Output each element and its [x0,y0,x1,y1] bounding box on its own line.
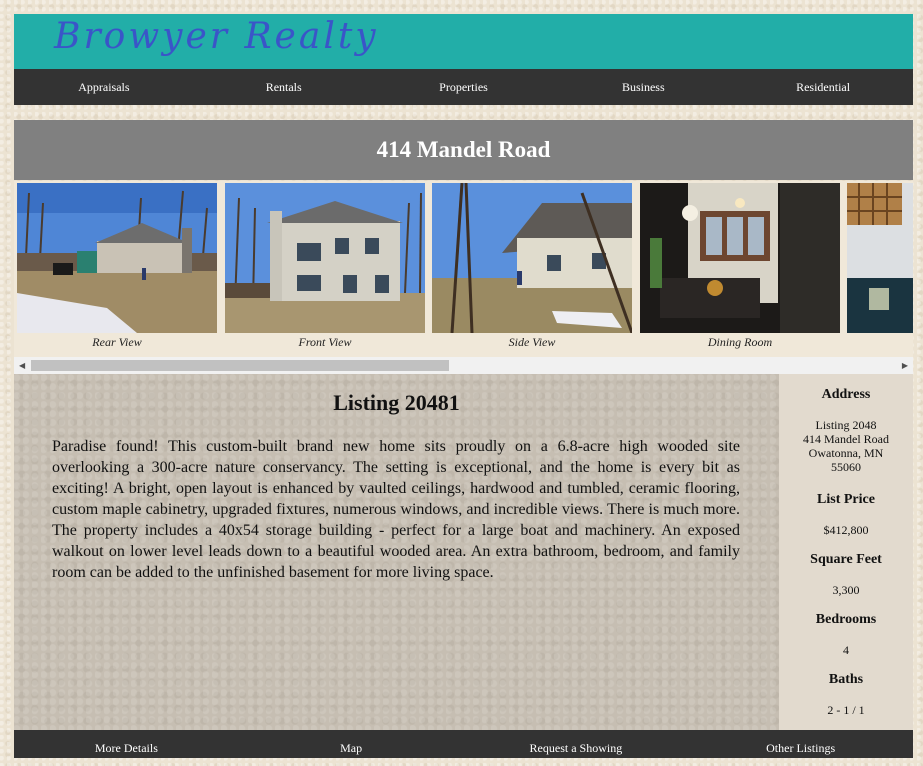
address-line-4: 55060 [831,460,861,474]
nav-other-listings[interactable]: Other Listings [688,730,913,758]
photo-gallery: Rear View Front View Side View Dining Ro… [14,181,913,357]
nav-more-details[interactable]: More Details [14,730,239,758]
living-room-image [847,183,913,333]
photo-rear-view[interactable] [17,183,217,333]
baths-label: Baths [828,672,864,687]
site-header: Browyer Realty [14,14,913,69]
rear-view-image [17,183,217,333]
caption-rear-view: Rear View [92,335,142,349]
top-navigation: Appraisals Rentals Properties Business R… [14,69,913,105]
nav-rentals[interactable]: Rentals [194,69,374,105]
dining-room-image [640,183,840,333]
brand-logo[interactable]: Browyer Realty [54,16,379,57]
listing-content: Listing 20481 Paradise found! This custo… [14,374,779,730]
photo-front-view[interactable] [225,183,425,333]
nav-appraisals[interactable]: Appraisals [14,69,194,105]
bedrooms-label: Bedrooms [815,612,877,627]
bottom-navigation: More Details Map Request a Showing Other… [14,730,913,758]
square-feet-label: Square Feet [810,552,882,567]
address-line-1: Listing 2048 [815,418,877,432]
photo-side-view[interactable] [432,183,632,333]
nav-map[interactable]: Map [239,730,464,758]
square-feet-value: 3,300 [832,583,860,597]
listing-description: Paradise found! This custom-built brand … [52,438,740,581]
photo-dining-room[interactable] [640,183,840,333]
nav-request-showing[interactable]: Request a Showing [464,730,689,758]
nav-business[interactable]: Business [553,69,733,105]
front-view-image [225,183,425,333]
caption-front-view: Front View [298,335,352,349]
scroll-right-icon[interactable]: ▶ [902,361,908,370]
photo-living-room[interactable] [847,183,913,333]
property-title: 414 Mandel Road [14,120,913,180]
side-view-image [432,183,632,333]
address-line-2: 414 Mandel Road [803,432,889,446]
scrollbar-thumb[interactable] [31,360,449,371]
property-details: Address Listing 2048 414 Mandel Road Owa… [779,374,913,730]
baths-value: 2 - 1 / 1 [827,703,865,717]
caption-side-view: Side View [508,335,556,349]
address-label: Address [821,387,871,402]
nav-properties[interactable]: Properties [374,69,554,105]
bedrooms-value: 4 [843,643,849,657]
address-line-3: Owatonna, MN [808,446,884,460]
listing-heading: Listing 20481 [333,390,460,415]
nav-residential[interactable]: Residential [733,69,913,105]
gallery-scrollbar[interactable]: ◀ ▶ [14,357,913,374]
scroll-left-icon[interactable]: ◀ [19,361,25,370]
caption-dining-room: Dining Room [707,335,773,349]
list-price-value: $412,800 [823,523,869,537]
list-price-label: List Price [817,492,875,507]
